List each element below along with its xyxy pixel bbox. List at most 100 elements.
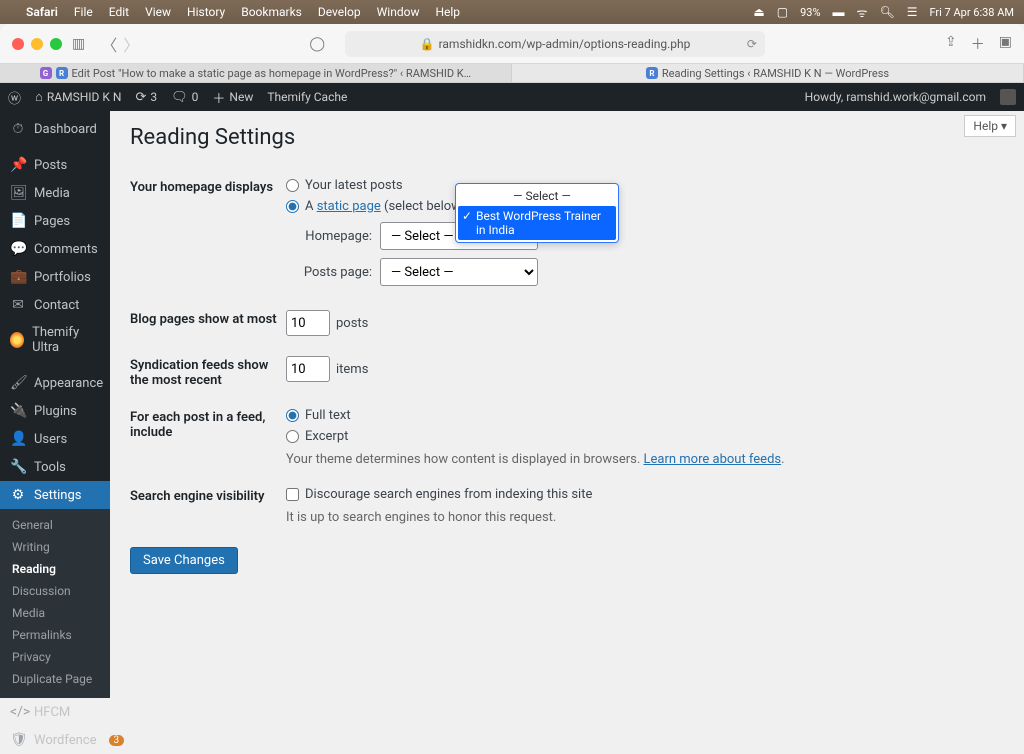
wp-updates[interactable]: ⟳3 [135,90,157,105]
wp-howdy[interactable]: Howdy, ramshid.work@gmail.com [805,90,986,104]
menu-help[interactable]: Help [435,5,460,19]
menu-edit[interactable]: Edit [109,5,129,19]
radio-excerpt[interactable]: Excerpt [286,429,1004,444]
safari-toolbar: ▥ 〈 〉 ◯ 🔒 ramshidkn.com/wp-admin/options… [0,24,1024,64]
browser-tab-edit-post[interactable]: G R Edit Post "How to make a static page… [0,64,512,82]
mac-app-name[interactable]: Safari [26,5,58,19]
browser-tab-strip: G R Edit Post "How to make a static page… [0,64,1024,83]
sidebar-item-comments[interactable]: 💬Comments [0,235,110,263]
sub-media[interactable]: Media [0,602,110,624]
new-tab-icon[interactable]: ＋ [971,34,985,54]
radio-static-label: A static page (select below) [305,199,465,214]
sidebar-item-plugins[interactable]: 🔌Plugins [0,397,110,425]
battery-icon: ▬ [833,5,845,19]
radio-latest-posts[interactable]: Your latest posts [286,178,1004,193]
sidebar-toggle-icon[interactable]: ▥ [72,36,85,52]
avatar[interactable] [1000,89,1016,105]
sidebar-item-media[interactable]: 🖼Media [0,179,110,207]
syndication-input[interactable] [286,356,330,382]
wifi-icon[interactable]: ᯤ [857,4,868,21]
battery-percent: 93% [800,6,820,19]
sev-checkbox-label: Discourage search engines from indexing … [305,487,592,502]
sidebar-item-appearance[interactable]: 🖌Appearance [0,369,110,397]
sub-duplicate-page[interactable]: Duplicate Page [0,668,110,690]
sidebar-item-settings[interactable]: ⚙Settings [0,481,110,509]
menu-bookmarks[interactable]: Bookmarks [241,5,302,19]
save-button[interactable]: Save Changes [130,547,238,574]
tabs-overview-icon[interactable]: ▣ [999,34,1012,54]
sidebar-item-posts[interactable]: 📌Posts [0,151,110,179]
sub-writing[interactable]: Writing [0,536,110,558]
wp-favicon-icon: R [56,67,68,79]
radio-excerpt-input[interactable] [286,430,299,443]
stage-manager-icon[interactable]: ▢ [777,5,788,19]
dd-option-select[interactable]: — Select — [458,186,616,206]
wp-site-link[interactable]: ⌂RAMSHID K N [35,89,121,105]
sev-checkbox[interactable] [286,488,299,501]
sidebar-item-users[interactable]: 👤Users [0,425,110,453]
sidebar-item-hfcm[interactable]: </>HFCM [0,698,110,726]
share-icon[interactable]: ⇪ [945,34,957,54]
fullscreen-window-button[interactable] [50,38,62,50]
browser-tab-label: Reading Settings ‹ RAMSHID K N — WordPre… [662,67,889,80]
search-icon[interactable]: 🔍︎ [879,5,894,19]
blog-pages-input[interactable] [286,310,330,336]
sidebar-item-dashboard[interactable]: ⏱Dashboard [0,115,110,143]
homepage-select-label: Homepage: [300,229,372,244]
sub-reading[interactable]: Reading [0,558,110,580]
radio-latest-input[interactable] [286,179,299,192]
sidebar-item-portfolios[interactable]: 💼Portfolios [0,263,110,291]
sev-checkbox-row[interactable]: Discourage search engines from indexing … [286,487,1004,502]
homepage-dropdown-popup: — Select — Best WordPress Trainer in Ind… [455,183,619,243]
help-tab[interactable]: Help ▾ [964,115,1016,137]
back-icon[interactable]: 〈 [101,32,117,56]
radio-full-label: Full text [305,408,351,423]
privacy-shield-icon[interactable]: ◯ [309,36,325,52]
menu-file[interactable]: File [74,5,93,19]
sub-privacy[interactable]: Privacy [0,646,110,668]
browser-tab-reading-settings[interactable]: R Reading Settings ‹ RAMSHID K N — WordP… [512,64,1024,82]
sub-general[interactable]: General [0,514,110,536]
close-window-button[interactable] [12,38,24,50]
radio-full-text[interactable]: Full text [286,408,1004,423]
address-bar[interactable]: 🔒 ramshidkn.com/wp-admin/options-reading… [345,31,765,57]
wp-favicon-icon: R [646,67,658,79]
wp-themify-cache[interactable]: Themify Cache [267,90,347,104]
sub-discussion[interactable]: Discussion [0,580,110,602]
wp-comments[interactable]: 🗨0 [171,90,198,105]
posts-page-select[interactable]: — Select — [380,258,538,286]
forward-icon[interactable]: 〉 [123,32,139,56]
menu-view[interactable]: View [145,5,171,19]
sidebar-item-tools[interactable]: 🔧Tools [0,453,110,481]
window-controls [12,38,62,50]
menu-window[interactable]: Window [377,5,420,19]
wp-new[interactable]: ＋New [212,88,253,107]
feed-learn-more-link[interactable]: Learn more about feeds [644,452,782,467]
radio-static-page[interactable]: A static page (select below) [286,199,1004,214]
wp-logo-icon[interactable]: ⓦ [8,88,21,107]
dd-option-best-trainer[interactable]: Best WordPress Trainer in India [458,206,616,240]
attachment-icon[interactable]: ⏏ [753,5,764,19]
page-title: Reading Settings [130,125,1004,150]
sub-permalinks[interactable]: Permalinks [0,624,110,646]
radio-full-input[interactable] [286,409,299,422]
homepage-displays-label: Your homepage displays [130,178,286,195]
control-center-icon[interactable]: ☰ [907,5,918,19]
plus-icon: ＋ [212,88,225,107]
static-page-link[interactable]: static page [317,199,381,214]
sidebar-item-themify[interactable]: Themify Ultra [0,319,110,361]
posts-page-select-label: Posts page: [300,265,372,280]
sidebar-item-pages[interactable]: 📄Pages [0,207,110,235]
sidebar-item-contact[interactable]: ✉Contact [0,291,110,319]
reload-icon[interactable]: ⟳ [747,37,757,51]
menu-history[interactable]: History [187,5,225,19]
clock[interactable]: Fri 7 Apr 6:38 AM [929,6,1014,19]
menu-develop[interactable]: Develop [318,5,361,19]
mail-icon: ✉ [10,297,26,313]
portfolio-icon: 💼 [10,269,26,285]
minimize-window-button[interactable] [31,38,43,50]
radio-static-input[interactable] [286,200,299,213]
sidebar-item-wordfence[interactable]: 🛡Wordfence3 [0,726,110,754]
blog-pages-label: Blog pages show at most [130,310,286,327]
feed-label: For each post in a feed, include [130,408,286,440]
